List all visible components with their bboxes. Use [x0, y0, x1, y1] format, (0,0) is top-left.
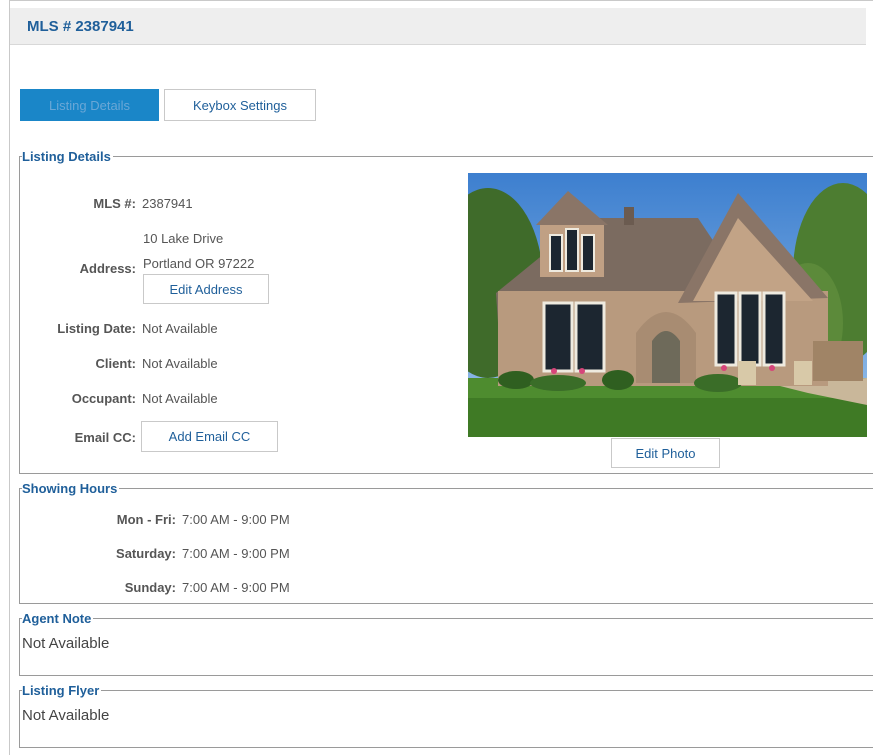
listing-photo	[468, 173, 867, 437]
address-line1: 10 Lake Drive	[143, 231, 224, 246]
listing-date-value: Not Available	[142, 321, 218, 336]
occupant-value: Not Available	[142, 391, 218, 406]
listing-flyer-section: Listing Flyer	[19, 683, 873, 748]
mls-label: MLS #:	[93, 196, 136, 211]
client-label: Client:	[95, 356, 136, 371]
address-label: Address:	[79, 261, 136, 276]
showing-hours-time-mon-fri: 7:00 AM - 9:00 PM	[182, 512, 290, 527]
page-header: MLS # 2387941	[10, 8, 866, 45]
showing-hours-time-sunday: 7:00 AM - 9:00 PM	[182, 580, 290, 595]
showing-hours-day-mon-fri: Mon - Fri:	[116, 512, 176, 527]
page-title: MLS # 2387941	[27, 18, 134, 35]
occupant-label: Occupant:	[71, 391, 136, 406]
showing-hours-time-saturday: 7:00 AM - 9:00 PM	[182, 546, 290, 561]
listing-details-legend: Listing Details	[22, 149, 111, 164]
agent-note-section: Agent Note	[19, 611, 873, 676]
agent-note-legend: Agent Note	[22, 611, 92, 626]
listing-flyer-legend: Listing Flyer	[22, 683, 100, 698]
tab-keybox-settings[interactable]: Keybox Settings	[164, 89, 316, 121]
mls-value: 2387941	[142, 196, 193, 211]
address-line2: Portland OR 97222	[143, 256, 255, 271]
client-value: Not Available	[142, 356, 218, 371]
email-cc-label: Email CC:	[74, 430, 136, 445]
showing-hours-day-saturday: Saturday:	[116, 546, 176, 561]
showing-hours-day-sunday: Sunday:	[124, 580, 176, 595]
listing-date-label: Listing Date:	[57, 321, 136, 336]
edit-address-button[interactable]: Edit Address	[143, 274, 269, 304]
add-email-cc-button[interactable]: Add Email CC	[141, 421, 278, 452]
agent-note-text: Not Available	[22, 635, 110, 652]
showing-hours-legend: Showing Hours	[22, 481, 118, 496]
listing-flyer-text: Not Available	[22, 707, 110, 724]
tab-listing-details[interactable]: Listing Details	[20, 89, 159, 121]
edit-photo-button[interactable]: Edit Photo	[611, 438, 720, 468]
